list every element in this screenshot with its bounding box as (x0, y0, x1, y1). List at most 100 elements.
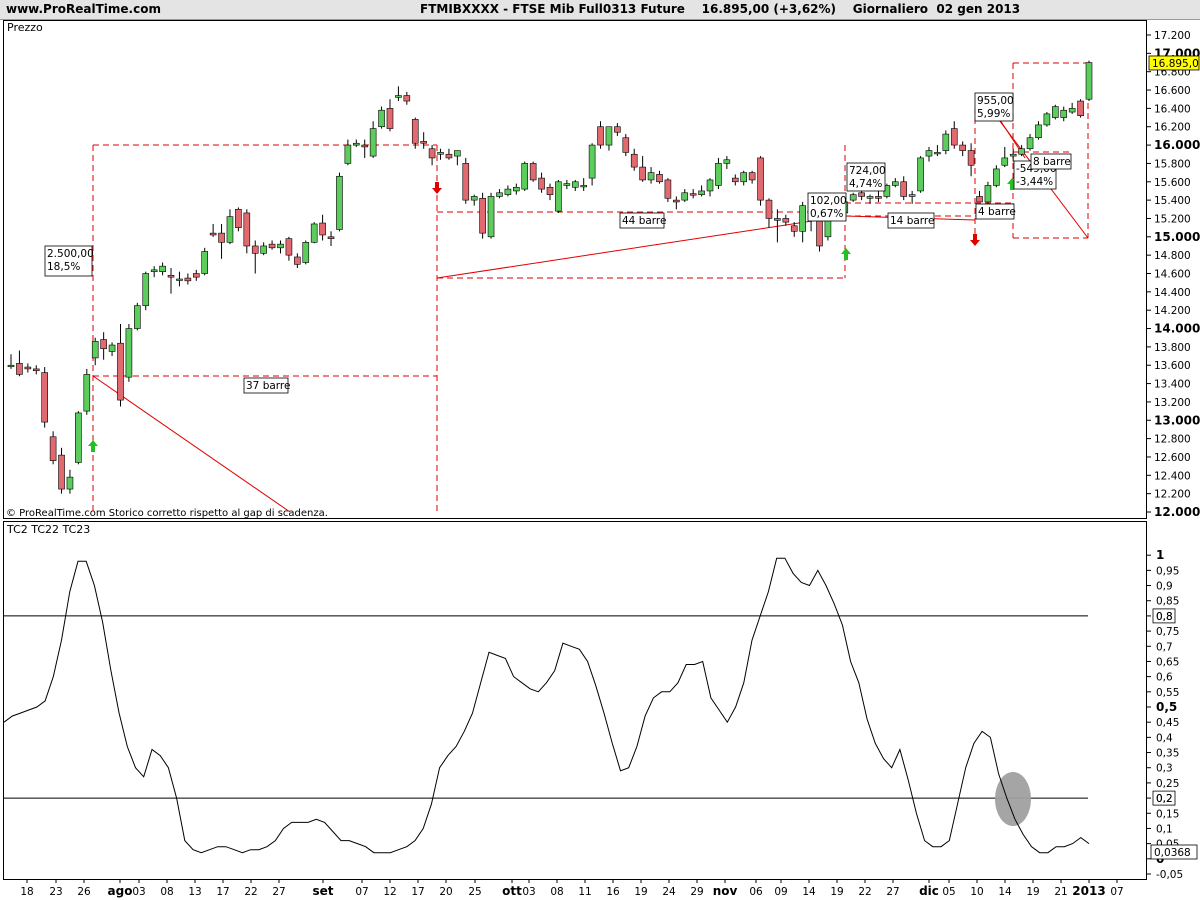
x-tick-label: 27 (272, 886, 285, 898)
x-tick-label: dic (919, 884, 939, 898)
annotation-box-text: 0,67% (810, 208, 843, 220)
x-tick-label: 08 (160, 886, 173, 898)
candle-body (849, 194, 857, 201)
price-tick-label: 16.600 (1154, 85, 1191, 97)
price-tick-label: 12.400 (1154, 470, 1191, 482)
candle-body (555, 181, 562, 212)
x-tick-label: 18 (20, 886, 33, 898)
x-tick-label: 20 (439, 886, 452, 898)
candle-body (664, 179, 672, 199)
annotation-box-text: 4 barre (978, 206, 1016, 218)
candle-body (344, 144, 352, 164)
annotation-box-text: 2.500,00 (47, 248, 94, 260)
candle-body (420, 141, 427, 144)
price-tick-label: 13.200 (1154, 397, 1191, 409)
candle-body (445, 153, 453, 159)
x-tick-label: 16 (606, 886, 620, 898)
oscillator-tick-label: 0,55 (1156, 687, 1179, 699)
candle-body (192, 273, 200, 278)
candle-body (327, 236, 335, 239)
price-tick-label: 13.600 (1154, 360, 1191, 372)
candle-body (934, 152, 941, 155)
annotation-box-text: 44 barre (622, 215, 666, 227)
oscillator-tick-label: 0,25 (1156, 778, 1179, 790)
annotation-box-text: 5,99% (977, 108, 1010, 120)
candle-body (83, 374, 91, 412)
candle-body (799, 205, 806, 232)
x-tick-label: 12 (383, 886, 396, 898)
x-tick-label: nov (713, 884, 738, 898)
candle-body (361, 144, 369, 148)
candle-body (201, 251, 209, 274)
candle-body (428, 148, 436, 159)
copyright-note: © ProRealTime.com Storico corretto rispe… (6, 508, 328, 519)
oscillator-y-axis: 1 0,95 0,9 0,85 0,8 0,75 0,7 0,65 0,6 0,550,5 0,45… (1147, 548, 1183, 881)
oscillator-tick-label: 0,85 (1156, 596, 1179, 608)
price-tick-label: 13.800 (1154, 342, 1191, 354)
x-tick-label: 13 (188, 886, 201, 898)
annotation-box-text: 37 barre (246, 380, 290, 392)
annotation-box-text: 102,00 (810, 195, 847, 207)
candle-body (757, 157, 764, 201)
candle-body (24, 366, 32, 370)
candle-body (260, 245, 267, 254)
candle-body (950, 128, 958, 146)
candle-body (656, 174, 663, 183)
price-tick-label: 15.600 (1154, 177, 1191, 189)
candle-body (580, 185, 587, 188)
x-tick-label: ott (502, 884, 522, 898)
price-tick-label: 14.000 (1154, 322, 1200, 336)
price-tick-label: 16.000 (1154, 138, 1200, 152)
candle-body (378, 109, 385, 128)
candle-body (209, 232, 217, 236)
candle-body (866, 196, 874, 199)
candle-body (816, 218, 823, 247)
candle-body (588, 144, 596, 179)
candle-body (184, 277, 192, 282)
candle-body (647, 172, 655, 181)
oscillator-tick-label: 0,5 (1156, 700, 1177, 714)
candle-body (176, 278, 183, 281)
candle-body (32, 368, 40, 372)
oscillator-tick-label: 0,7 (1156, 641, 1173, 653)
candle-body (134, 305, 141, 329)
chart-window: www.ProRealTime.com FTMIBXXXX - FTSE Mib… (0, 0, 1200, 900)
candle-body (715, 163, 722, 186)
candle-body (942, 133, 950, 151)
oscillator-tick-label: 0,9 (1156, 581, 1173, 593)
candle-body (319, 222, 326, 236)
x-tick-label: 19 (634, 886, 647, 898)
candle-body (681, 192, 689, 201)
x-tick-label: 03 (132, 886, 145, 898)
candle-body (900, 181, 908, 197)
candle-body (1052, 106, 1059, 118)
candle-body (1026, 137, 1034, 150)
candle-body (277, 243, 284, 249)
candle-body (1060, 109, 1068, 118)
candle-body (462, 163, 470, 201)
candle-body (352, 142, 360, 146)
candle-body (858, 192, 865, 197)
oscillator-tick-label: 0,35 (1156, 748, 1179, 760)
candle-body (959, 144, 966, 151)
oscillator-tick-label: 0,1 (1156, 823, 1173, 835)
candle-body (521, 163, 529, 190)
price-tick-label: 14.400 (1154, 287, 1191, 299)
oscillator-tick-label: 0,65 (1156, 656, 1179, 668)
last-price-tag-text: 16.895,0 (1152, 58, 1199, 70)
annotation-box-text: 18,5% (47, 261, 80, 273)
price-tick-label: 13.400 (1154, 379, 1191, 391)
candle-body (403, 95, 411, 102)
x-tick-label: 14 (998, 886, 1012, 898)
candle-body (285, 238, 293, 256)
x-tick-label: 03 (522, 886, 535, 898)
x-tick-label: 22 (244, 886, 257, 898)
candle-body (614, 126, 621, 133)
price-y-axis: 17.20017.00016.80016.60016.40016.20016.0… (1147, 30, 1200, 519)
candle-body (546, 186, 554, 195)
price-tick-label: 17.200 (1154, 30, 1191, 42)
candle-body (142, 273, 150, 306)
candle-body (908, 194, 916, 197)
candle-body (100, 339, 107, 350)
oscillator-tick-label: 0,6 (1156, 672, 1173, 684)
